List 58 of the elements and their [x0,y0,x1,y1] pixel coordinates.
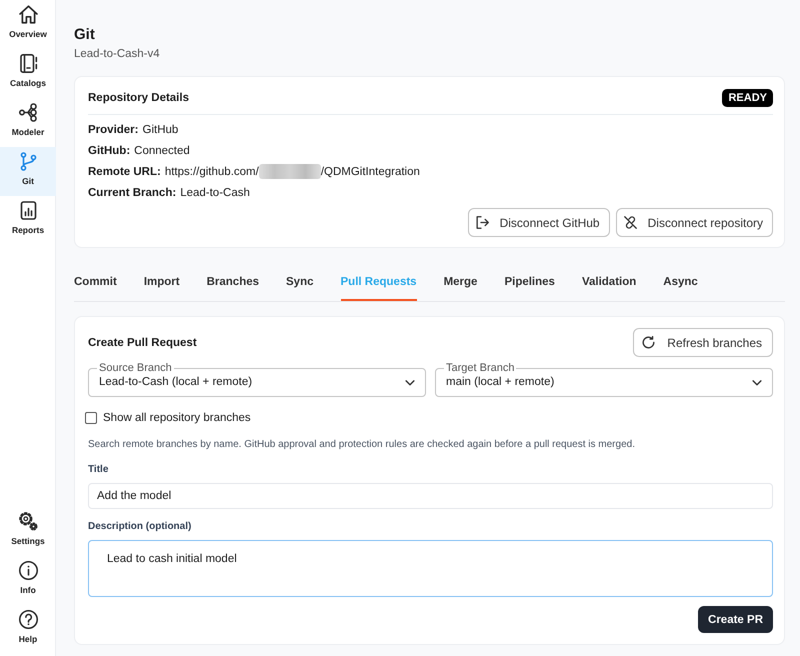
gears-icon [18,512,38,531]
report-chart-icon [18,201,38,220]
detail-value: Connected [134,144,190,156]
card-title: Create Pull Request [88,336,197,350]
tab[interactable]: Commit [74,264,117,301]
tab[interactable]: Validation [582,264,636,301]
sidebar-item[interactable]: Overview [0,0,56,49]
tab[interactable]: Import [144,264,180,301]
node-graph-icon [18,103,38,122]
target-branch-select[interactable]: Target Branch main (local + remote) [435,362,773,397]
detail-label: Remote URL: [88,166,161,178]
page-subtitle: Lead-to-Cash-v4 [74,47,161,62]
status-badge: READY [722,89,773,107]
help-text: Search remote branches by name. GitHub approval and protection rules are checked again before a pull request is merged. [88,438,636,452]
sidebar-item[interactable]: Help [0,605,56,654]
field-label: Title [88,463,110,477]
card-title: Repository Details [88,91,189,106]
tab[interactable]: Async [663,264,698,301]
title-input[interactable]: Add the model [88,483,773,509]
tab[interactable]: Pipelines [504,264,555,301]
refresh-icon [642,336,656,349]
detail-value: GitHub [142,124,178,136]
logout-icon [476,216,489,229]
page-title: Git [74,25,96,45]
house-icon [18,5,38,24]
info-icon [18,561,38,580]
tab[interactable]: Merge [444,264,478,301]
sidebar-item[interactable]: Reports [0,196,56,245]
help-icon [18,610,38,629]
detail-value: Lead-to-Cash [180,186,250,198]
checkbox[interactable] [85,412,97,424]
sidebar-item[interactable]: Catalogs [0,49,56,98]
checkbox-label: Show all repository branches [103,411,251,426]
disconnect-github-button[interactable]: Disconnect GitHub [468,208,610,237]
sidebar-item[interactable]: Modeler [0,98,56,147]
floating-label: Target Branch [445,362,516,374]
detail-label: GitHub: [88,144,130,156]
sidebar-item[interactable]: Git [0,147,56,196]
sidebar-item[interactable]: Settings [0,507,56,556]
chevron-down-icon [752,380,762,386]
field-label: Description (optional) [88,520,192,534]
disconnect-repository-button[interactable]: Disconnect repository [616,208,773,237]
detail-label: Current Branch: [88,186,176,198]
description-textarea[interactable]: Lead to cash initial model [88,540,773,597]
refresh-branches-button[interactable]: Refresh branches [633,328,773,357]
notebook-icon [18,54,38,73]
link-off-icon [624,216,637,229]
source-branch-select[interactable]: Source Branch Lead-to-Cash (local + remote) [88,362,426,397]
floating-label: Source Branch [98,362,173,374]
detail-value: /QDMGitIntegration [320,166,420,178]
branch-icon [18,152,38,171]
tab[interactable]: Sync [286,264,314,301]
create-pr-button[interactable]: Create PR [698,606,773,633]
chevron-down-icon [405,380,415,386]
detail-value: https://github.com/ [164,166,259,178]
sidebar-item[interactable]: Info [0,556,56,605]
detail-label: Provider: [88,124,138,136]
tab[interactable]: Branches [206,264,260,301]
